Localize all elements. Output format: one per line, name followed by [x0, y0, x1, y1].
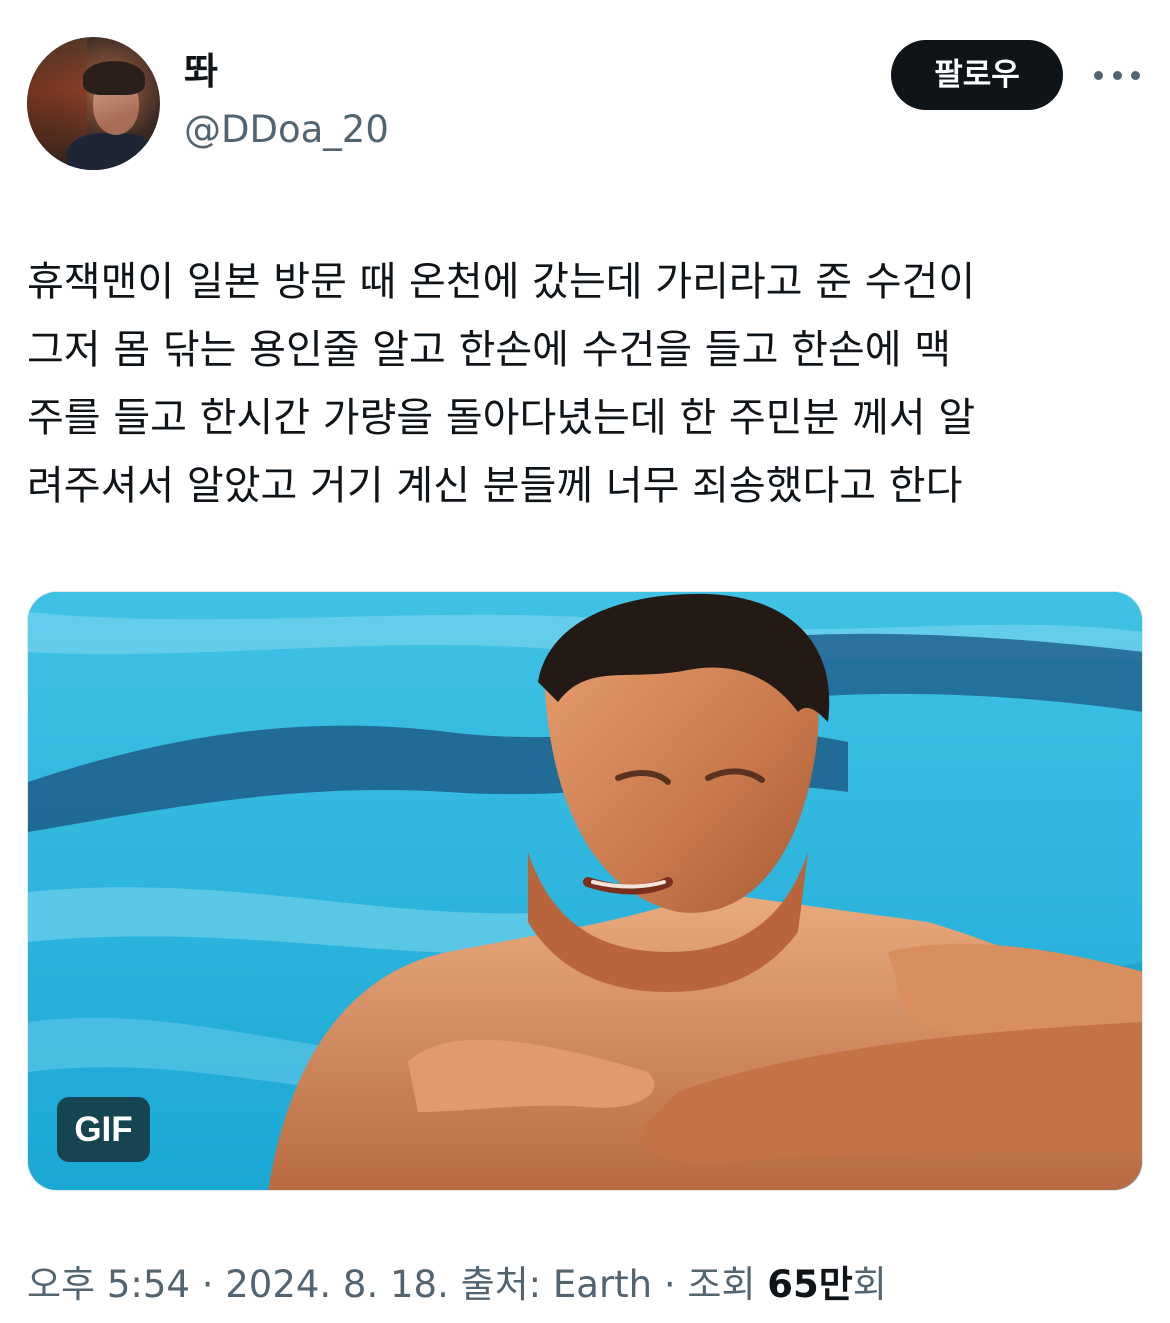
views-count[interactable]: 65만: [767, 1263, 853, 1306]
tweet-metadata: 오후 5:54 · 2024. 8. 18. 출처: Earth · 조회 65…: [27, 1260, 887, 1310]
tweet-text-line: 주를 들고 한시간 가량을 돌아다녔는데 한 주민분 께서 알: [27, 395, 976, 441]
separator: ·: [189, 1263, 226, 1306]
tweet-text-line: 휴잭맨이 일본 방문 때 온천에 갔는데 가리라고 준 수건이: [27, 259, 976, 305]
avatar[interactable]: [27, 37, 160, 170]
tweet-text-line: 려주셔서 알았고 거기 계신 분들께 너무 죄송했다고 한다: [27, 463, 963, 509]
tweet-text: 휴잭맨이 일본 방문 때 온천에 갔는데 가리라고 준 수건이 그저 몸 닦는 …: [27, 248, 1145, 520]
separator: ·: [652, 1263, 688, 1306]
post-source: 출처: Earth: [460, 1263, 653, 1306]
gif-image: [28, 592, 1142, 1190]
views-suffix: 회: [852, 1263, 887, 1306]
avatar-hair: [83, 61, 145, 95]
display-name[interactable]: 똬: [184, 48, 218, 96]
post-time[interactable]: 오후 5:54: [27, 1263, 190, 1306]
more-dot: [1131, 70, 1140, 80]
post-date[interactable]: 2024. 8. 18.: [225, 1263, 449, 1306]
tweet-text-line: 그저 몸 닦는 용인줄 알고 한손에 수건을 들고 한손에 맥: [27, 327, 952, 373]
gif-media[interactable]: [27, 591, 1143, 1191]
more-dot: [1094, 70, 1103, 80]
views-prefix: 조회: [687, 1263, 768, 1306]
gif-badge: GIF: [57, 1097, 150, 1162]
more-options-icon[interactable]: [1094, 58, 1140, 92]
more-dot: [1112, 70, 1122, 80]
avatar-shirt: [67, 133, 157, 170]
user-handle[interactable]: @DDoa_20: [184, 105, 389, 155]
follow-button[interactable]: 팔로우: [891, 40, 1063, 110]
